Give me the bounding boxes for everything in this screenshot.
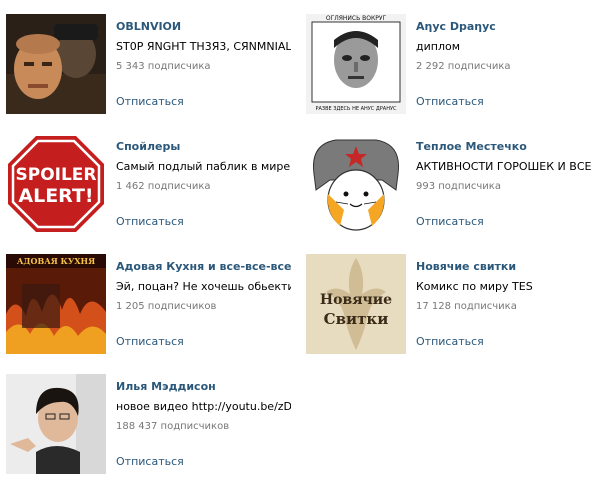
- group-avatar[interactable]: Новячие Свитки: [306, 254, 406, 354]
- avatar-line-1: SPOILER: [15, 165, 96, 185]
- subscriber-count: 5 343 подписчика: [116, 61, 211, 72]
- group-card: ОГЛЯНИСЬ ВОКРУГ РАЗВЕ ЗДЕСЬ НЕ АНУС ДРАН…: [306, 14, 594, 114]
- group-name[interactable]: Теплое Местечко: [416, 140, 527, 153]
- group-status: АКТИВНОСТИ ГОРОШЕК И ВСЕ ...: [416, 160, 591, 173]
- unsubscribe-link[interactable]: Отписаться: [116, 455, 184, 468]
- group-card: Новячие Свитки Новячие свитки Комикс по …: [306, 254, 594, 354]
- avatar-line-1: Новячие: [320, 292, 392, 308]
- subscriber-count: 1 462 подписчика: [116, 181, 211, 192]
- unsubscribe-link[interactable]: Отписаться: [416, 95, 484, 108]
- group-avatar[interactable]: [6, 374, 106, 474]
- avatar-caption-top: ОГЛЯНИСЬ ВОКРУГ: [326, 15, 387, 22]
- group-name[interactable]: Адовая Кухня и все-все-все: [116, 260, 291, 273]
- unsubscribe-link[interactable]: Отписаться: [116, 95, 184, 108]
- avatar-line-2: Свитки: [324, 310, 389, 328]
- group-card: OBLNVIOИ ST0P ЯNGHT TH3Я3, CЯNMNIAL ... …: [6, 14, 296, 114]
- group-avatar[interactable]: [306, 134, 406, 234]
- group-status: Эй, поцан? Не хочешь обьекти...: [116, 280, 291, 293]
- subscriber-count: 1 205 подписчиков: [116, 301, 217, 312]
- unsubscribe-link[interactable]: Отписаться: [416, 335, 484, 348]
- group-card: SPOILER ALERT! Спойлеры Самый подлый паб…: [6, 134, 296, 234]
- unsubscribe-link[interactable]: Отписаться: [116, 215, 184, 228]
- group-name[interactable]: Новячие свитки: [416, 260, 516, 273]
- group-card: АДОВАЯ КУХНЯ Адовая Кухня и все-все-все …: [6, 254, 296, 354]
- group-card: Теплое Местечко АКТИВНОСТИ ГОРОШЕК И ВСЕ…: [306, 134, 594, 234]
- subscriber-count: 993 подписчика: [416, 181, 501, 192]
- avatar-caption-bottom: РАЗВЕ ЗДЕСЬ НЕ АНУС ДРАНУС: [315, 106, 397, 112]
- unsubscribe-link[interactable]: Отписаться: [416, 215, 484, 228]
- group-name[interactable]: OBLNVIOИ: [116, 20, 181, 33]
- group-status: Самый подлый паблик в мире.: [116, 160, 291, 173]
- group-status: новое видео http://youtu.be/zD...: [116, 400, 291, 413]
- subscriber-count: 2 292 подписчика: [416, 61, 511, 72]
- group-avatar[interactable]: ОГЛЯНИСЬ ВОКРУГ РАЗВЕ ЗДЕСЬ НЕ АНУС ДРАН…: [306, 14, 406, 114]
- subscriber-count: 188 437 подписчиков: [116, 421, 230, 432]
- group-avatar[interactable]: [6, 14, 106, 114]
- group-status: диплом: [416, 40, 461, 53]
- group-avatar[interactable]: АДОВАЯ КУХНЯ: [6, 254, 106, 354]
- group-status: Комикс по миру TES: [416, 280, 533, 293]
- unsubscribe-link[interactable]: Отписаться: [116, 335, 184, 348]
- subscriber-count: 17 128 подписчика: [416, 301, 517, 312]
- group-name[interactable]: Спойлеры: [116, 140, 180, 153]
- group-name[interactable]: Илья Мэддисон: [116, 380, 216, 393]
- avatar-line-2: ALERT!: [18, 185, 93, 207]
- group-avatar[interactable]: SPOILER ALERT!: [6, 134, 106, 234]
- avatar-title: АДОВАЯ КУХНЯ: [17, 256, 95, 266]
- group-card: Илья Мэддисон новое видео http://youtu.b…: [6, 374, 296, 474]
- group-status: ST0P ЯNGHT TH3Я3, CЯNMNIAL ...: [116, 40, 291, 53]
- group-name[interactable]: Aηyc Dpaηyc: [416, 20, 496, 33]
- group-list: OBLNVIOИ ST0P ЯNGHT TH3Я3, CЯNMNIAL ... …: [0, 0, 594, 486]
